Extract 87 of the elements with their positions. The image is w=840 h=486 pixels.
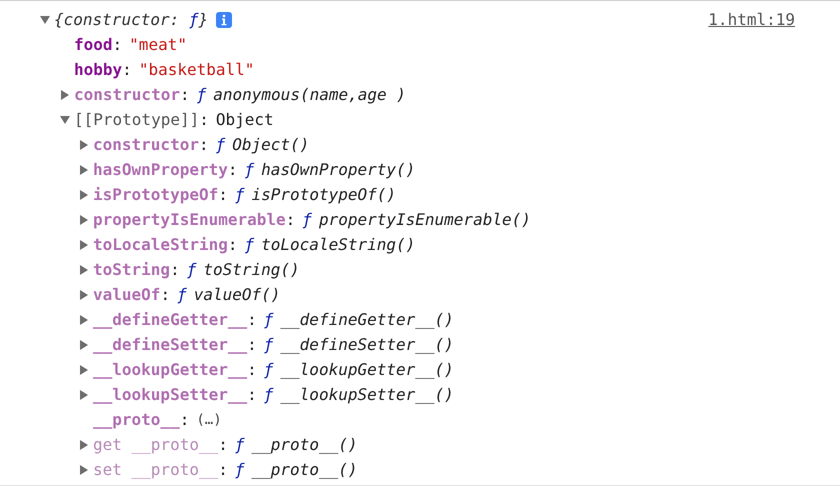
colon: : [180, 85, 190, 104]
info-icon[interactable] [216, 12, 232, 28]
colon: : [218, 435, 228, 454]
property-value: toString() [203, 260, 300, 279]
property-key: food [74, 35, 113, 54]
property-key[interactable]: __lookupGetter__ [93, 360, 248, 379]
property-key[interactable]: __defineSetter__ [93, 335, 248, 354]
colon: : [180, 410, 190, 429]
property-key: hobby [74, 60, 122, 79]
function-mark: ƒ [264, 385, 274, 404]
colon: : [247, 360, 257, 379]
function-mark: ƒ [196, 85, 206, 104]
collapsed-arrow-icon[interactable] [79, 340, 89, 350]
property-key[interactable]: hasOwnProperty [93, 160, 228, 179]
property-key[interactable]: toLocaleString [93, 235, 228, 254]
property-key[interactable]: [[Prototype]] [74, 110, 200, 129]
property-key[interactable]: constructor [74, 85, 180, 104]
colon: : [228, 235, 238, 254]
property-value: "meat" [129, 35, 187, 54]
collapsed-arrow-icon[interactable] [79, 390, 89, 400]
function-mark: ƒ [244, 160, 254, 179]
colon: : [112, 35, 122, 54]
colon: : [199, 110, 209, 129]
property-key[interactable]: __defineGetter__ [93, 310, 248, 329]
collapsed-arrow-icon[interactable] [60, 90, 70, 100]
colon: : [286, 210, 296, 229]
function-mark: ƒ [177, 285, 187, 304]
property-value: __defineGetter__() [280, 310, 454, 329]
property-key[interactable]: set __proto__ [93, 460, 218, 479]
source-link[interactable]: 1.html:19 [708, 10, 795, 29]
collapsed-arrow-icon[interactable] [79, 140, 89, 150]
collapsed-arrow-icon[interactable] [79, 440, 89, 450]
object-summary[interactable]: {constructor: ƒ} [54, 10, 208, 29]
collapsed-arrow-icon[interactable] [79, 464, 89, 474]
property-key[interactable]: __lookupSetter__ [93, 385, 248, 404]
property-value: __proto__() [252, 460, 358, 479]
expanded-arrow-icon[interactable] [60, 114, 70, 124]
property-value: Object [216, 110, 274, 129]
lazy-value[interactable]: (…) [196, 412, 222, 428]
property-key[interactable]: get __proto__ [93, 435, 218, 454]
collapsed-arrow-icon[interactable] [79, 240, 89, 250]
function-mark: ƒ [244, 235, 254, 254]
property-value: "basketball" [138, 60, 254, 79]
colon: : [218, 185, 228, 204]
colon: : [247, 335, 257, 354]
property-value: __lookupGetter__() [280, 360, 454, 379]
collapsed-arrow-icon[interactable] [79, 164, 89, 174]
colon: : [228, 160, 238, 179]
property-value: isPrototypeOf() [252, 185, 396, 204]
property-key[interactable]: propertyIsEnumerable [93, 210, 286, 229]
property-value: __defineSetter__() [280, 335, 454, 354]
collapsed-arrow-icon[interactable] [79, 290, 89, 300]
colon: : [170, 260, 180, 279]
function-mark: ƒ [264, 360, 274, 379]
colon: : [247, 385, 257, 404]
property-value: toLocaleString() [261, 235, 416, 254]
property-key[interactable]: constructor [93, 135, 199, 154]
colon: : [122, 60, 132, 79]
function-mark: ƒ [234, 185, 245, 204]
property-value: hasOwnProperty() [261, 160, 416, 179]
property-key[interactable]: valueOf [93, 285, 160, 304]
function-mark: ƒ [186, 260, 196, 279]
property-value: valueOf() [194, 285, 280, 304]
property-key[interactable]: toString [93, 260, 170, 279]
colon: : [247, 310, 257, 329]
function-mark: ƒ [302, 210, 312, 229]
collapsed-arrow-icon[interactable] [79, 364, 89, 374]
collapsed-arrow-icon[interactable] [79, 190, 89, 200]
colon: : [160, 285, 170, 304]
function-mark: ƒ [216, 135, 226, 154]
function-mark: ƒ [264, 335, 274, 354]
function-mark: ƒ [234, 435, 245, 454]
colon: : [198, 135, 209, 154]
collapsed-arrow-icon[interactable] [79, 314, 89, 324]
property-value: __lookupSetter__() [280, 385, 454, 404]
property-key: __proto__ [93, 410, 180, 429]
colon: : [218, 460, 228, 479]
expanded-arrow-icon[interactable] [40, 14, 50, 24]
collapsed-arrow-icon[interactable] [79, 214, 89, 224]
property-value: __proto__() [252, 435, 358, 454]
property-value: propertyIsEnumerable() [318, 210, 531, 229]
collapsed-arrow-icon[interactable] [79, 264, 89, 274]
function-mark: ƒ [234, 460, 245, 479]
property-value: anonymous(name,age ) [213, 85, 406, 104]
property-value: Object() [232, 135, 310, 154]
function-mark: ƒ [264, 310, 274, 329]
property-key[interactable]: isPrototypeOf [93, 185, 218, 204]
